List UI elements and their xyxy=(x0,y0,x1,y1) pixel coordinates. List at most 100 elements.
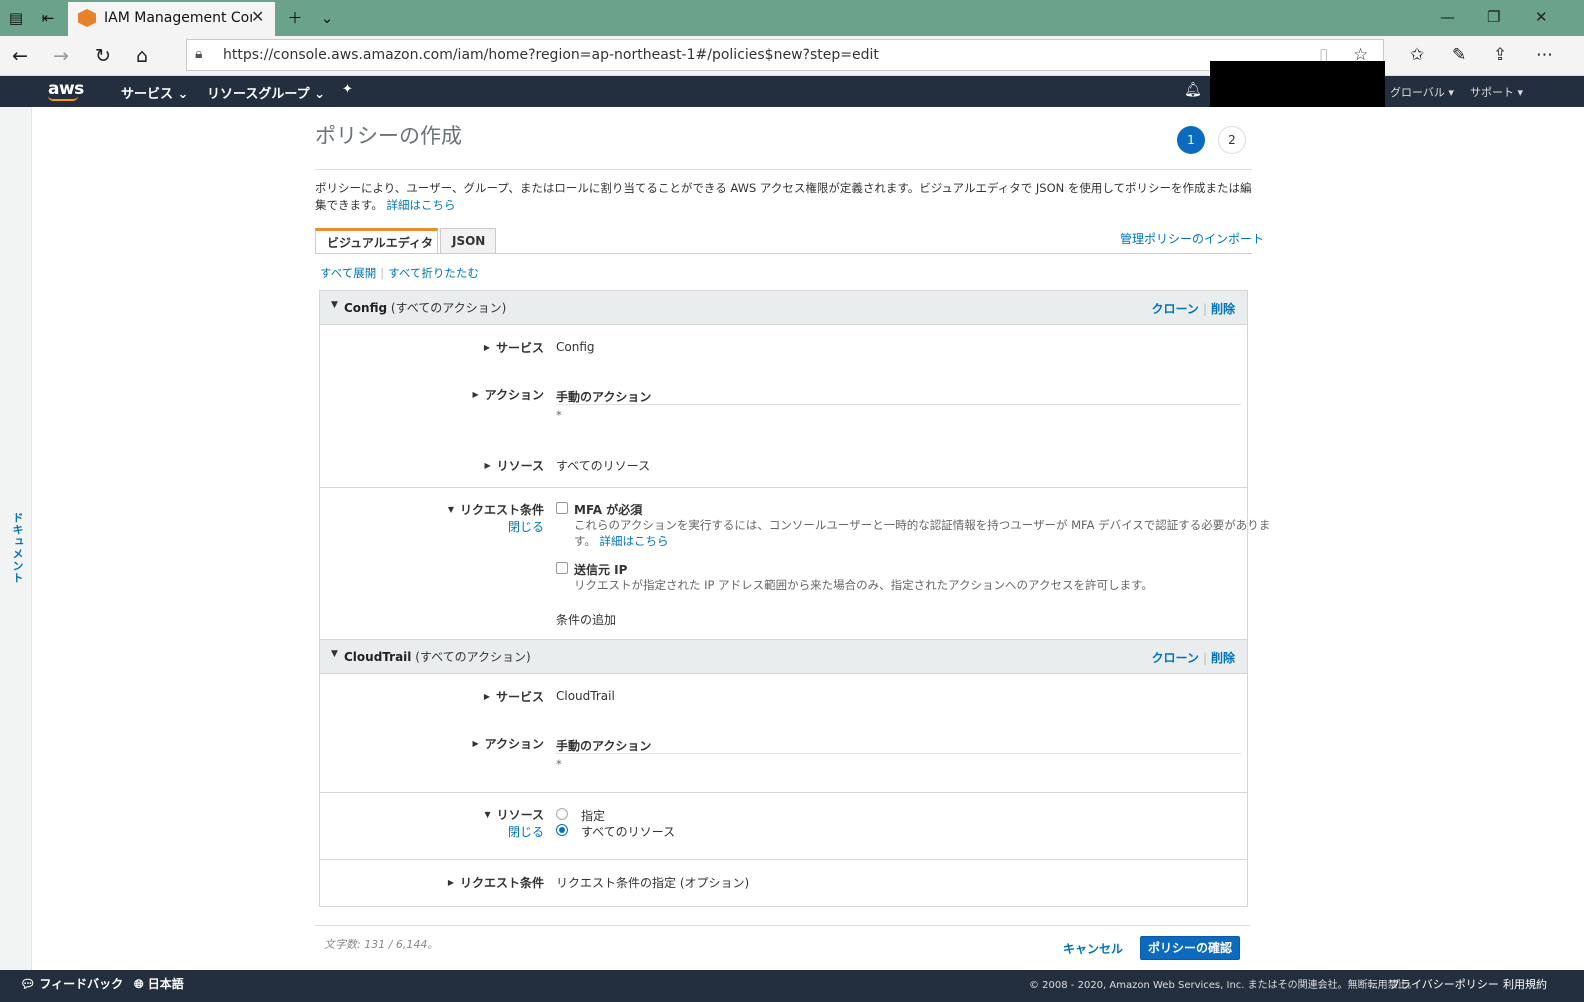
cloudtrail-block-title: CloudTrail (すべてのアクション) xyxy=(344,650,531,664)
collapse-all-link[interactable]: すべて折りたたむ xyxy=(388,266,479,280)
privacy-policy-link[interactable]: プライバシーポリシー xyxy=(1389,976,1499,992)
mfa-required-checkbox[interactable] xyxy=(556,502,568,514)
window-close-icon[interactable]: ✕ xyxy=(1535,8,1548,26)
config-request-condition-label[interactable]: ▼ リクエスト条件 xyxy=(448,501,544,518)
expand-collapse-links: すべて展開 | すべて折りたたむ xyxy=(320,266,479,280)
resource-all-label: すべてのリソース xyxy=(581,825,676,839)
cloudtrail-action-star: * xyxy=(556,757,562,771)
lock-icon: 🔒︎ xyxy=(195,46,203,62)
policy-footer: 文字数: 131 / 6,144。 キャンセル ポリシーの確認 xyxy=(315,925,1250,970)
expand-all-link[interactable]: すべて展開 xyxy=(320,266,376,280)
aws-favicon-icon xyxy=(78,9,96,27)
resource-specific-radio[interactable] xyxy=(556,808,568,820)
cloudtrail-block-actions: クローン | 削除 xyxy=(1151,651,1235,665)
language-selector[interactable]: 🌐︎ 日本語 xyxy=(134,975,184,992)
request-condition-optional-link[interactable]: リクエスト条件の指定 (オプション) xyxy=(556,874,749,891)
console-footer: 💬︎ フィードバック 🌐︎ 日本語 © 2008 - 2020, Amazon … xyxy=(0,970,1584,1002)
cloudtrail-action-divider xyxy=(556,753,1241,754)
config-resource-value: すべてのリソース xyxy=(556,459,651,473)
config-close-link[interactable]: 閉じる xyxy=(508,518,544,535)
source-ip-checkbox[interactable] xyxy=(556,562,568,574)
config-action-label[interactable]: ▶ アクション xyxy=(472,386,544,403)
favorites-icon[interactable]: ✩ xyxy=(1410,45,1424,65)
tab-close-icon[interactable]: ✕ xyxy=(251,7,264,26)
redacted-account-area xyxy=(1210,61,1385,107)
learn-more-link[interactable]: 詳細はこちら xyxy=(387,198,456,212)
add-condition-link[interactable]: 条件の追加 xyxy=(556,611,616,628)
refresh-icon[interactable]: ↻ xyxy=(95,45,111,67)
pen-icon[interactable]: ✎ xyxy=(1452,45,1466,65)
set-aside-tabs-icon[interactable]: ⇤ xyxy=(38,8,58,28)
cloudtrail-request-condition-label[interactable]: ▶ リクエスト条件 xyxy=(448,874,544,891)
cloudtrail-service-value: CloudTrail xyxy=(556,689,615,703)
tab-divider xyxy=(315,253,1252,254)
service-block-config: ▼ Config (すべてのアクション) クローン | 削除 ▶ サービス Confi… xyxy=(319,290,1270,640)
import-managed-policy-link[interactable]: 管理ポリシーのインポート xyxy=(1120,230,1264,247)
cancel-button[interactable]: キャンセル xyxy=(1063,940,1123,957)
url-field[interactable]: 🔒︎ https://console.aws.amazon.com/iam/ho… xyxy=(186,39,1384,71)
tab-json[interactable]: JSON xyxy=(440,228,496,253)
url-text: https://console.aws.amazon.com/iam/home?… xyxy=(223,47,879,63)
config-action-divider xyxy=(556,404,1241,405)
config-clone-link[interactable]: クローン xyxy=(1152,302,1199,316)
globe-icon: 🌐︎ xyxy=(134,977,144,991)
resource-groups-menu[interactable]: リソースグループ ⌄ xyxy=(207,83,325,102)
config-resource-label[interactable]: ▶ リソース xyxy=(484,457,544,474)
new-tab-icon[interactable]: ＋ xyxy=(285,8,305,28)
mfa-required-label: MFA が必須 xyxy=(574,503,643,517)
config-service-value: Config xyxy=(556,340,595,354)
cloudtrail-delete-link[interactable]: 削除 xyxy=(1211,651,1235,665)
feedback-icon: 💬︎ xyxy=(20,977,36,991)
tab-actions-icon[interactable]: ▤ xyxy=(6,8,26,28)
terms-link[interactable]: 利用規約 xyxy=(1503,976,1547,992)
bell-icon[interactable]: 🔔︎ xyxy=(1184,82,1202,98)
cloudtrail-action-label[interactable]: ▶ アクション xyxy=(472,735,544,752)
config-action-star: * xyxy=(556,408,562,422)
config-block-title: Config (すべてのアクション) xyxy=(344,301,507,315)
share-icon[interactable]: ⇪ xyxy=(1493,45,1507,65)
cloudtrail-block-header[interactable]: ▼ CloudTrail (すべてのアクション) クローン | 削除 xyxy=(320,640,1247,674)
home-icon[interactable]: ⌂ xyxy=(136,45,148,67)
config-section-divider xyxy=(320,487,1247,488)
forward-icon[interactable]: → xyxy=(53,45,69,67)
cloudtrail-service-label[interactable]: ▶ サービス xyxy=(484,688,544,705)
browser-tab-bar: ▤ ⇤ IAM Management Cons ✕ ＋ ⌄ — ❐ ✕ xyxy=(0,0,1584,36)
source-ip-description: リクエストが指定された IP アドレス範囲から来た場合のみ、指定されたアクション… xyxy=(574,578,1153,592)
pin-icon[interactable]: ✦ xyxy=(342,82,353,97)
source-ip-label: 送信元 IP xyxy=(574,563,628,577)
config-block-header[interactable]: ▼ Config (すべてのアクション) クローン | 削除 xyxy=(320,291,1247,325)
copyright-text: © 2008 - 2020, Amazon Web Services, Inc.… xyxy=(1029,980,1418,991)
step-1-indicator: 1 xyxy=(1177,126,1205,154)
title-divider xyxy=(315,169,1252,170)
region-global-menu[interactable]: グローバル ▾ xyxy=(1390,84,1454,100)
minimize-icon[interactable]: — xyxy=(1440,8,1455,26)
support-menu[interactable]: サポート ▾ xyxy=(1470,84,1523,100)
browser-tab[interactable]: IAM Management Cons ✕ xyxy=(68,2,275,36)
mfa-learn-more-link[interactable]: 詳細はこちら xyxy=(600,534,669,548)
docs-toggle[interactable]: ドキュメント xyxy=(9,512,25,584)
tab-visual-editor[interactable]: ビジュアルエディタ xyxy=(315,228,438,253)
cloudtrail-section-divider-1 xyxy=(320,792,1247,793)
docs-sidebar: ドキュメント xyxy=(0,107,32,971)
back-icon[interactable]: ← xyxy=(12,45,28,67)
config-service-label[interactable]: ▶ サービス xyxy=(484,339,544,356)
restore-icon[interactable]: ❐ xyxy=(1487,8,1500,26)
cloudtrail-close-link[interactable]: 閉じる xyxy=(508,823,544,840)
review-policy-button[interactable]: ポリシーの確認 xyxy=(1140,936,1240,960)
collapse-triangle-icon[interactable]: ▼ xyxy=(331,649,338,659)
tab-list-chevron-icon[interactable]: ⌄ xyxy=(317,8,337,28)
collapse-triangle-icon[interactable]: ▼ xyxy=(331,300,338,310)
feedback-button[interactable]: 💬︎ フィードバック xyxy=(20,975,123,992)
cloudtrail-resource-label[interactable]: ▼ リソース xyxy=(484,806,544,823)
config-delete-link[interactable]: 削除 xyxy=(1211,302,1235,316)
tab-title: IAM Management Cons xyxy=(104,10,252,26)
resource-all-radio[interactable] xyxy=(556,824,568,836)
mfa-description-line1: これらのアクションを実行するには、コンソールユーザーと一時的な認証情報を持つユー… xyxy=(574,518,1271,532)
more-icon[interactable]: ⋯ xyxy=(1536,45,1553,65)
resource-specific-label: 指定 xyxy=(581,809,606,823)
cloudtrail-clone-link[interactable]: クローン xyxy=(1152,651,1199,665)
intro-text: ポリシーにより、ユーザー、グループ、またはロールに割り当てることができる AWS… xyxy=(315,181,1252,212)
config-block-actions: クローン | 削除 xyxy=(1151,302,1235,316)
services-menu[interactable]: サービス ⌄ xyxy=(121,83,188,102)
aws-logo-smile xyxy=(48,96,78,101)
